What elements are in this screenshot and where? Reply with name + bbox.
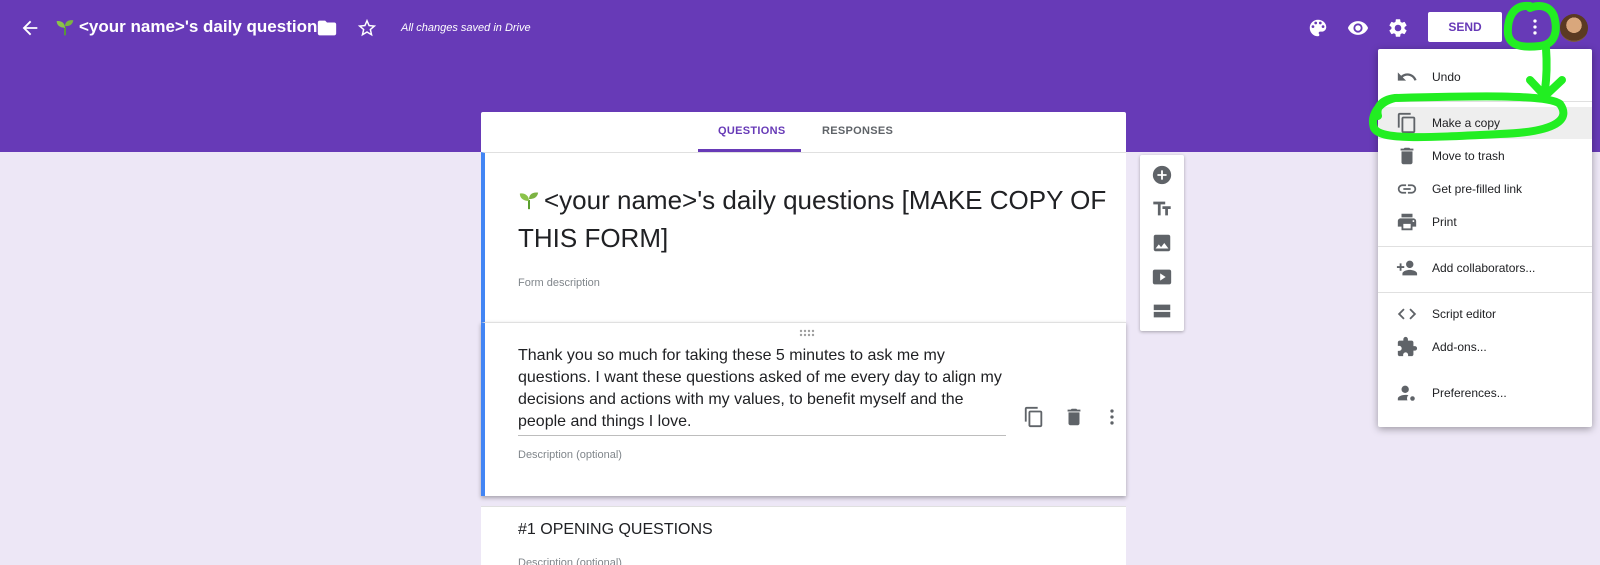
link-icon [1396,178,1418,200]
trash-icon [1396,145,1418,167]
menu-item-print[interactable]: Print [1378,206,1592,238]
menu-item-label: Move to trash [1432,149,1505,163]
menu-item-label: Add-ons... [1432,340,1487,354]
duplicate-icon[interactable] [1020,403,1048,431]
text-item-description-field[interactable]: Description (optional) [518,449,622,461]
sprout-icon [56,20,74,36]
form-name[interactable]: <your name>'s daily questions [79,17,327,37]
form-title[interactable]: <your name>'s daily questions [MAKE COPY… [518,181,1108,257]
puzzle-icon [1396,336,1418,358]
tabs-bar: QUESTIONS RESPONSES [481,112,1126,152]
menu-divider [1378,101,1592,102]
section-card[interactable]: #1 OPENING QUESTIONS Description (option… [481,506,1126,565]
section-description-field[interactable]: Description (optional) [518,557,622,565]
code-icon [1396,303,1418,325]
undo-icon [1396,66,1418,88]
text-item-title[interactable]: Thank you so much for taking these 5 min… [518,345,1006,436]
drag-handle-icon[interactable] [799,329,815,337]
menu-divider [1378,292,1592,293]
menu-item-label: Print [1432,215,1457,229]
add-video-icon[interactable] [1148,263,1176,291]
menu-item-add-ons[interactable]: Add-ons... [1378,331,1592,363]
more-vert-icon[interactable] [1521,13,1549,41]
palette-icon[interactable] [1304,14,1332,42]
more-options-menu: Undo Make a copy Move to trash Get pre-f… [1378,49,1592,427]
add-title-icon[interactable] [1148,195,1176,223]
folder-icon[interactable] [313,14,341,42]
menu-item-prefilled-link[interactable]: Get pre-filled link [1378,173,1592,205]
menu-item-undo[interactable]: Undo [1378,61,1592,93]
text-item-card[interactable]: Thank you so much for taking these 5 min… [481,322,1126,496]
delete-icon[interactable] [1060,403,1088,431]
section-title[interactable]: #1 OPENING QUESTIONS [518,521,713,539]
print-icon [1396,211,1418,233]
send-button[interactable]: SEND [1428,12,1502,42]
form-title-card[interactable]: <your name>'s daily questions [MAKE COPY… [481,152,1126,322]
add-image-icon[interactable] [1148,229,1176,257]
menu-item-make-copy[interactable]: Make a copy [1378,107,1592,139]
star-icon[interactable] [353,14,381,42]
add-people-icon [1396,257,1418,279]
tab-questions[interactable]: QUESTIONS [718,125,786,137]
menu-item-preferences[interactable]: Preferences... [1378,377,1592,409]
menu-item-label: Script editor [1432,307,1497,321]
menu-item-label: Preferences... [1432,386,1507,400]
menu-divider [1378,246,1592,247]
tab-responses[interactable]: RESPONSES [822,125,893,137]
settings-gear-icon[interactable] [1384,14,1412,42]
preview-eye-icon[interactable] [1344,14,1372,42]
menu-item-move-to-trash[interactable]: Move to trash [1378,140,1592,172]
menu-item-label: Get pre-filled link [1432,182,1523,196]
save-status: All changes saved in Drive [401,22,531,34]
add-item-toolbar [1140,155,1184,331]
menu-item-label: Add collaborators... [1432,261,1536,275]
person-settings-icon [1396,382,1418,404]
copy-icon [1396,112,1418,134]
menu-item-script-editor[interactable]: Script editor [1378,298,1592,330]
app-header: <your name>'s daily questions All change… [0,0,1600,56]
sprout-icon [519,192,539,210]
add-section-icon[interactable] [1148,297,1176,325]
form-title-text: <your name>'s daily questions [MAKE COPY… [518,185,1107,253]
more-vert-icon[interactable] [1098,403,1126,431]
menu-item-label: Undo [1432,70,1461,84]
menu-item-add-collaborators[interactable]: Add collaborators... [1378,252,1592,284]
add-question-icon[interactable] [1148,161,1176,189]
avatar[interactable] [1560,14,1588,42]
form-description-field[interactable]: Form description [518,277,600,289]
back-arrow-icon[interactable] [16,14,44,42]
menu-item-label: Make a copy [1432,116,1501,130]
